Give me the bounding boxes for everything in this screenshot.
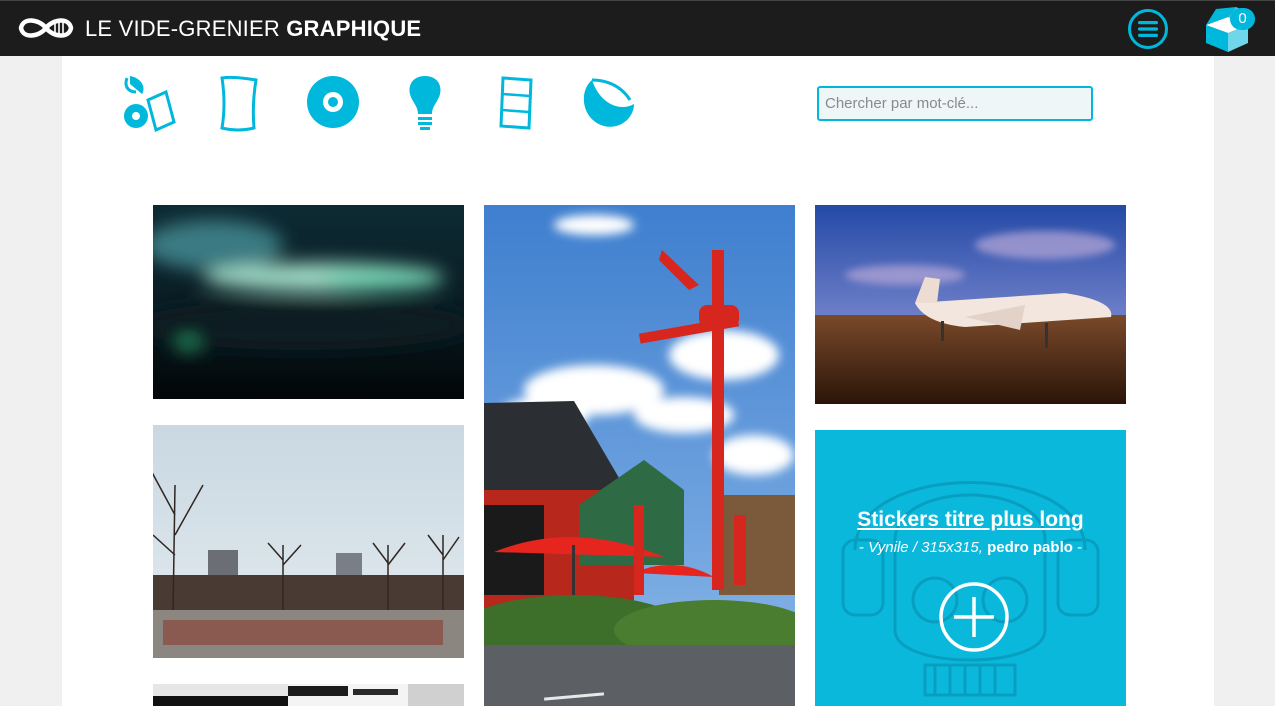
vinyl-category-icon[interactable]	[305, 74, 361, 130]
product-details: - Vynile / 315x315, pedro pablo -	[815, 539, 1126, 556]
idea-category-icon[interactable]	[406, 74, 444, 132]
cart-count-badge: 0	[1230, 8, 1255, 30]
red-tower-photo[interactable]	[484, 205, 795, 706]
park-photo[interactable]	[153, 425, 464, 658]
infinity-logo-icon[interactable]	[17, 15, 75, 41]
hamburger-circle-icon	[1138, 21, 1158, 37]
jet-photo[interactable]	[815, 205, 1126, 404]
featured-product-card[interactable]: Stickers titre plus long - Vynile / 315x…	[815, 430, 1126, 706]
band-photo[interactable]	[153, 684, 464, 706]
skull-headphones-artwork	[841, 481, 1100, 697]
brand-name-light: LE VIDE-GRENIER	[85, 16, 280, 41]
product-material-size: - Vynile / 315x315,	[858, 539, 983, 556]
product-author: pedro pablo	[987, 539, 1073, 556]
search-input[interactable]	[817, 86, 1093, 121]
top-bar: LE VIDE-GRENIER GRAPHIQUE 0	[0, 0, 1275, 56]
add-to-cart-button[interactable]	[938, 581, 1010, 653]
product-details-suffix: -	[1077, 539, 1083, 556]
brand-name[interactable]: LE VIDE-GRENIER GRAPHIQUE	[85, 15, 421, 43]
product-title[interactable]: Stickers titre plus long	[815, 508, 1126, 532]
plus-circle-icon	[939, 582, 1009, 652]
round-sticker-category-icon[interactable]	[580, 74, 638, 130]
menu-button[interactable]	[1127, 8, 1169, 50]
brand-name-bold: GRAPHIQUE	[286, 16, 422, 41]
aurora-photo[interactable]	[153, 205, 464, 399]
poster-category-icon[interactable]	[218, 74, 260, 132]
stickers-category-icon[interactable]	[122, 74, 176, 132]
leaflet-category-icon[interactable]	[497, 74, 537, 132]
